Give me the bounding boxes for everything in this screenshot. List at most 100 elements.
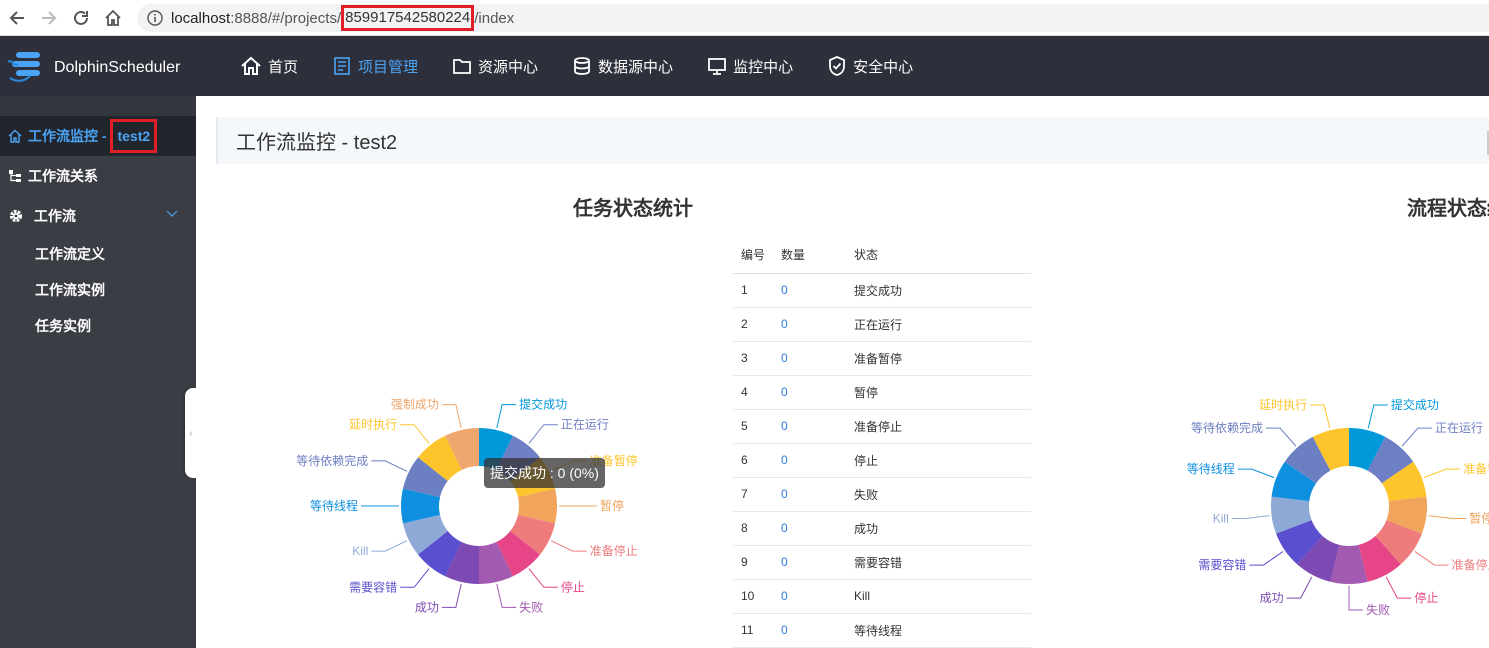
sidebar-item-workflow[interactable]: 工作流 — [0, 196, 196, 236]
count-link[interactable]: 0 — [781, 623, 788, 637]
cell-state: 准备暂停 — [846, 341, 1031, 376]
table-row: 1 0 提交成功 — [733, 273, 1031, 308]
menu-resource[interactable]: 资源中心 — [452, 56, 538, 77]
home-icon — [241, 56, 261, 75]
cell-count: 0 — [773, 375, 846, 410]
slice-label: 延时执行 — [1259, 398, 1307, 412]
table-row: 2 0 正在运行 — [733, 307, 1031, 342]
url-path: :8888/#/projects/ — [230, 9, 342, 27]
url-project-code: 859917542580224 — [341, 5, 475, 31]
menu-project[interactable]: 项目管理 — [332, 56, 418, 77]
count-link[interactable]: 0 — [781, 589, 788, 603]
count-link[interactable]: 0 — [781, 283, 788, 297]
slice-label: 强制成功 — [391, 398, 439, 412]
cell-state: 需要容错 — [846, 545, 1031, 580]
table-body: 1 0 提交成功 2 0 正在运行 3 0 准备暂停 4 0 暂停 5 0 准备停止 6 0 停止 7 0 失败 8 0 成功… — [733, 273, 1031, 648]
sidebar-item-instance[interactable]: 工作流实例 — [0, 272, 196, 308]
count-link[interactable]: 0 — [781, 453, 788, 467]
logo-text: DolphinScheduler — [54, 59, 181, 76]
sidebar-item-monitor-label: 工作流监控 - — [28, 128, 107, 144]
menu-home-label: 首页 — [268, 58, 299, 76]
menu-home[interactable]: 首页 — [240, 56, 298, 77]
label-line — [441, 404, 462, 429]
table-row: 10 0 Kill — [733, 579, 1031, 614]
slice-label: 成功 — [415, 600, 439, 614]
task-state-table: 编号 数量 状态 1 0 提交成功 2 0 正在运行 3 0 准备暂停 4 0 暂停 5 0 准备停止 6 0 停… — [733, 236, 1031, 648]
label-line — [496, 404, 517, 429]
slice-label: 准备停止 — [590, 543, 638, 558]
cell-count: 0 — [773, 613, 846, 648]
table-row: 5 0 准备停止 — [733, 409, 1031, 444]
label-line — [496, 583, 517, 608]
sidebar-item-monitor[interactable]: 工作流监控 - test2 — [0, 116, 196, 156]
count-link[interactable]: 0 — [781, 317, 788, 331]
cell-count: 0 — [773, 511, 846, 546]
cell-id: 11 — [733, 613, 773, 648]
cell-count: 0 — [773, 409, 846, 444]
chevron-down-icon[interactable] — [166, 210, 178, 218]
cell-id: 7 — [733, 477, 773, 512]
sidebar-item-relation[interactable]: 工作流关系 — [0, 156, 196, 196]
url-suffix: /index — [474, 9, 515, 27]
menu-security[interactable]: 安全中心 — [827, 55, 913, 77]
shield-icon — [829, 56, 845, 76]
info-icon[interactable] — [147, 10, 163, 26]
label-line — [1231, 515, 1270, 520]
label-line — [400, 424, 430, 444]
cell-id: 10 — [733, 579, 773, 614]
top-menu: 首页 项目管理 资源中心 数据源中心 监控中心 安全中心 — [240, 36, 947, 96]
menu-monitor[interactable]: 监控中心 — [707, 56, 793, 77]
slice-label: 失败 — [519, 599, 543, 614]
cell-state: 等待线程 — [846, 613, 1031, 648]
col-id-header: 编号 — [733, 236, 773, 274]
label-line — [1367, 404, 1388, 429]
count-link[interactable]: 0 — [781, 419, 788, 433]
table-header-row: 编号 数量 状态 — [733, 236, 1031, 274]
process-chart-title: 流程状态统计 — [1407, 198, 1489, 220]
database-icon — [574, 57, 590, 75]
slice-label: 停止 — [1414, 590, 1438, 605]
address-bar[interactable]: localhost :8888/#/projects/ 859917542580… — [137, 4, 1489, 32]
slice-label: 延时执行 — [349, 418, 397, 432]
cell-count: 0 — [773, 545, 846, 580]
menu-resource-label: 资源中心 — [478, 58, 539, 76]
back-icon[interactable] — [2, 3, 32, 33]
label-line — [1249, 551, 1284, 566]
count-link[interactable]: 0 — [781, 487, 788, 501]
slice-label: 成功 — [1260, 591, 1284, 605]
label-line — [1286, 576, 1313, 599]
label-line — [1428, 515, 1467, 520]
menu-datasource-label: 数据源中心 — [598, 58, 674, 76]
monitor-icon — [708, 58, 726, 75]
cell-id: 4 — [733, 375, 773, 410]
page-title: 工作流监控 - test2 — [236, 132, 398, 154]
cell-id: 2 — [733, 307, 773, 342]
menu-monitor-label: 监控中心 — [733, 58, 794, 76]
table-row: 11 0 等待线程 — [733, 613, 1031, 648]
forward-icon[interactable] — [34, 3, 64, 33]
process-state-chart: 提交成功正在运行准备暂停暂停准备停止停止失败 成功 需要容错 Kill 等待线程 等待依赖… — [1187, 397, 1489, 616]
cell-count: 0 — [773, 579, 846, 614]
slice-label: Kill — [352, 544, 368, 558]
sidebar-item-definition[interactable]: 工作流定义 — [0, 236, 196, 272]
slice-label: 正在运行 — [1435, 421, 1483, 435]
reload-icon[interactable] — [66, 3, 96, 33]
count-link[interactable]: 0 — [781, 385, 788, 399]
count-link[interactable]: 0 — [781, 351, 788, 365]
task-state-chart: 提交成功正在运行准备暂停暂停准备停止停止失败成功需要容错Kill等待线程等待依赖… — [296, 397, 638, 615]
cell-count: 0 — [773, 307, 846, 342]
count-link[interactable]: 0 — [781, 521, 788, 535]
label-line — [441, 583, 462, 608]
count-link[interactable]: 0 — [781, 555, 788, 569]
cell-id: 3 — [733, 341, 773, 376]
menu-project-label: 项目管理 — [358, 58, 419, 76]
cell-count: 0 — [773, 443, 846, 478]
document-icon — [334, 57, 350, 75]
slice-label: 需要容错 — [349, 579, 397, 594]
label-line — [1414, 551, 1449, 566]
menu-datasource[interactable]: 数据源中心 — [572, 56, 673, 77]
home-icon — [8, 129, 22, 143]
home-page-icon[interactable] — [98, 3, 128, 33]
logo[interactable]: DolphinScheduler — [6, 48, 180, 88]
sidebar-item-task-instance[interactable]: 任务实例 — [0, 308, 196, 344]
